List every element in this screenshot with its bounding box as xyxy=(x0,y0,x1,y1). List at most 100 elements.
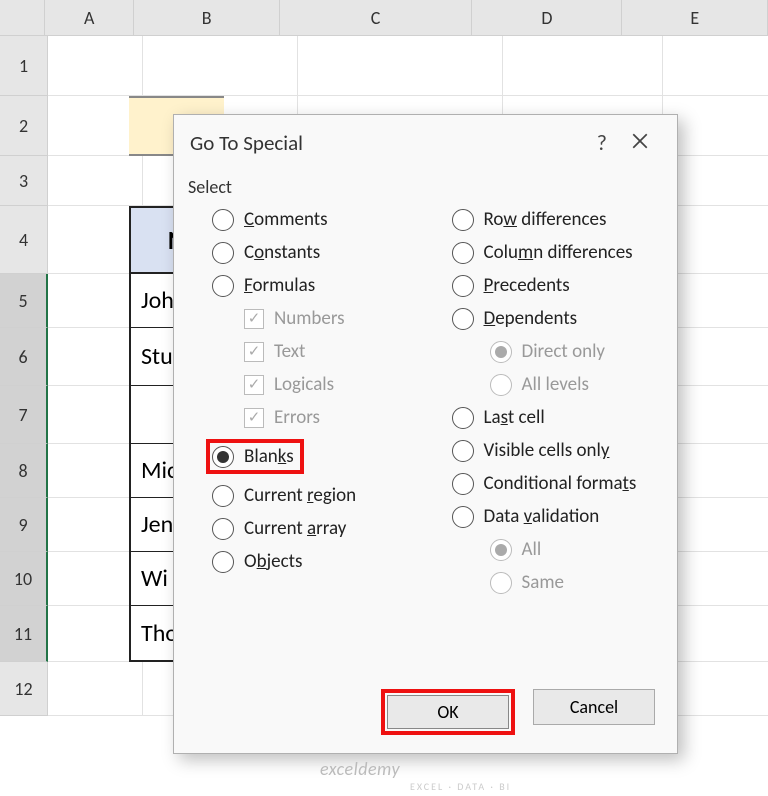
formula-sub-errors: ✓Errors xyxy=(188,406,418,429)
radio-icon xyxy=(452,242,474,264)
cell[interactable] xyxy=(663,386,768,444)
radio-icon xyxy=(490,539,512,561)
goto-special-dialog: Go To Special ? Select Comments Constants… xyxy=(173,114,678,754)
cancel-button[interactable]: Cancel xyxy=(533,689,655,725)
radio-direct-only: Direct only xyxy=(428,340,658,363)
col-header-D[interactable]: D xyxy=(472,0,622,35)
radio-row-differences[interactable]: Row differences xyxy=(428,208,658,231)
radio-label: Direct only xyxy=(522,340,606,363)
radio-icon xyxy=(452,308,474,330)
cell[interactable] xyxy=(663,206,768,274)
radio-icon xyxy=(452,506,474,528)
radio-icon xyxy=(212,275,234,297)
row-header-8[interactable]: 8 xyxy=(0,444,48,498)
radio-same: Same xyxy=(428,571,658,594)
row-header-12[interactable]: 12 xyxy=(0,662,48,716)
row-header-3[interactable]: 3 xyxy=(0,156,48,206)
row-header-1[interactable]: 1 xyxy=(0,36,48,96)
radio-icon xyxy=(490,374,512,396)
radio-label: Row differences xyxy=(484,208,607,231)
radio-constants[interactable]: Constants xyxy=(188,241,418,264)
checkbox-icon: ✓ xyxy=(244,408,264,428)
radio-current-region[interactable]: Current region xyxy=(188,484,418,507)
col-header-B[interactable]: B xyxy=(134,0,280,35)
row-header-11[interactable]: 11 xyxy=(0,606,48,662)
cell[interactable] xyxy=(48,662,143,716)
radio-objects[interactable]: Objects xyxy=(188,550,418,573)
cell[interactable] xyxy=(663,328,768,386)
row-header-9[interactable]: 9 xyxy=(0,498,48,552)
check-label: Logicals xyxy=(274,373,334,396)
radio-all-levels: All levels xyxy=(428,373,658,396)
select-all-corner[interactable] xyxy=(0,0,45,35)
cell[interactable] xyxy=(663,498,768,552)
radio-blanks[interactable]: Blanks xyxy=(188,439,418,474)
radio-icon xyxy=(212,551,234,573)
radio-label: Conditional formats xyxy=(484,472,637,495)
radio-dependents[interactable]: Dependents xyxy=(428,307,658,330)
radio-icon xyxy=(212,209,234,231)
formula-sub-text: ✓ Text xyxy=(188,340,418,363)
cell[interactable] xyxy=(663,156,768,206)
radio-label: Blanks xyxy=(244,445,294,468)
radio-current-array[interactable]: Current array xyxy=(188,517,418,540)
check-label: Text xyxy=(274,340,305,363)
row-header-7[interactable]: 7 xyxy=(0,386,48,444)
ok-button-highlight: OK xyxy=(381,689,515,735)
cell[interactable] xyxy=(663,274,768,328)
cell[interactable] xyxy=(298,36,503,96)
help-button[interactable]: ? xyxy=(585,125,619,160)
cell[interactable] xyxy=(143,36,298,96)
radio-icon xyxy=(212,518,234,540)
cell[interactable] xyxy=(503,36,663,96)
cell[interactable] xyxy=(663,444,768,498)
cell[interactable] xyxy=(663,96,768,156)
radio-icon xyxy=(452,209,474,231)
radio-column-differences[interactable]: Column differences xyxy=(428,241,658,264)
radio-label: Formulas xyxy=(244,274,315,297)
radio-formulas[interactable]: Formulas xyxy=(188,274,418,297)
radio-label: Constants xyxy=(244,241,320,264)
checkbox-icon: ✓ xyxy=(244,342,264,362)
checkbox-icon: ✓ xyxy=(244,309,264,329)
cell[interactable] xyxy=(663,662,768,716)
ok-button[interactable]: OK xyxy=(387,695,509,729)
radio-icon xyxy=(212,485,234,507)
cell[interactable] xyxy=(663,606,768,662)
dialog-title: Go To Special xyxy=(190,130,303,156)
row-header-6[interactable]: 6 xyxy=(0,328,48,386)
checkbox-icon: ✓ xyxy=(244,375,264,395)
cell[interactable] xyxy=(663,552,768,606)
radio-precedents[interactable]: Precedents xyxy=(428,274,658,297)
col-header-A[interactable]: A xyxy=(45,0,134,35)
radio-label: All levels xyxy=(522,373,589,396)
watermark-sub: EXCEL · DATA · BI xyxy=(410,780,511,793)
radio-icon xyxy=(452,473,474,495)
radio-conditional-formats[interactable]: Conditional formats xyxy=(428,472,658,495)
radio-icon xyxy=(212,242,234,264)
group-label: Select xyxy=(188,176,657,198)
row-header-4[interactable]: 4 xyxy=(0,206,48,274)
radio-label: Data validation xyxy=(484,505,600,528)
radio-data-validation[interactable]: Data validation xyxy=(428,505,658,528)
cell[interactable] xyxy=(48,36,143,96)
cell[interactable] xyxy=(663,36,768,96)
cell[interactable] xyxy=(48,156,143,206)
radio-icon xyxy=(490,341,512,363)
blanks-highlight: Blanks xyxy=(206,439,304,474)
close-button[interactable] xyxy=(619,125,661,160)
radio-label: Dependents xyxy=(484,307,578,330)
row-header-2[interactable]: 2 xyxy=(0,96,48,156)
radio-icon xyxy=(452,275,474,297)
radio-visible-cells-only[interactable]: Visible cells only xyxy=(428,439,658,462)
col-header-E[interactable]: E xyxy=(622,0,768,35)
radio-last-cell[interactable]: Last cell xyxy=(428,406,658,429)
col-header-C[interactable]: C xyxy=(280,0,472,35)
formula-sub-numbers: ✓Numbers xyxy=(188,307,418,330)
radio-comments[interactable]: Comments xyxy=(188,208,418,231)
formula-sub-logicals: ✓ Logicals xyxy=(188,373,418,396)
row-header-5[interactable]: 5 xyxy=(0,274,48,328)
row-header-10[interactable]: 10 xyxy=(0,552,48,606)
radio-icon xyxy=(452,440,474,462)
radio-label: Precedents xyxy=(484,274,570,297)
